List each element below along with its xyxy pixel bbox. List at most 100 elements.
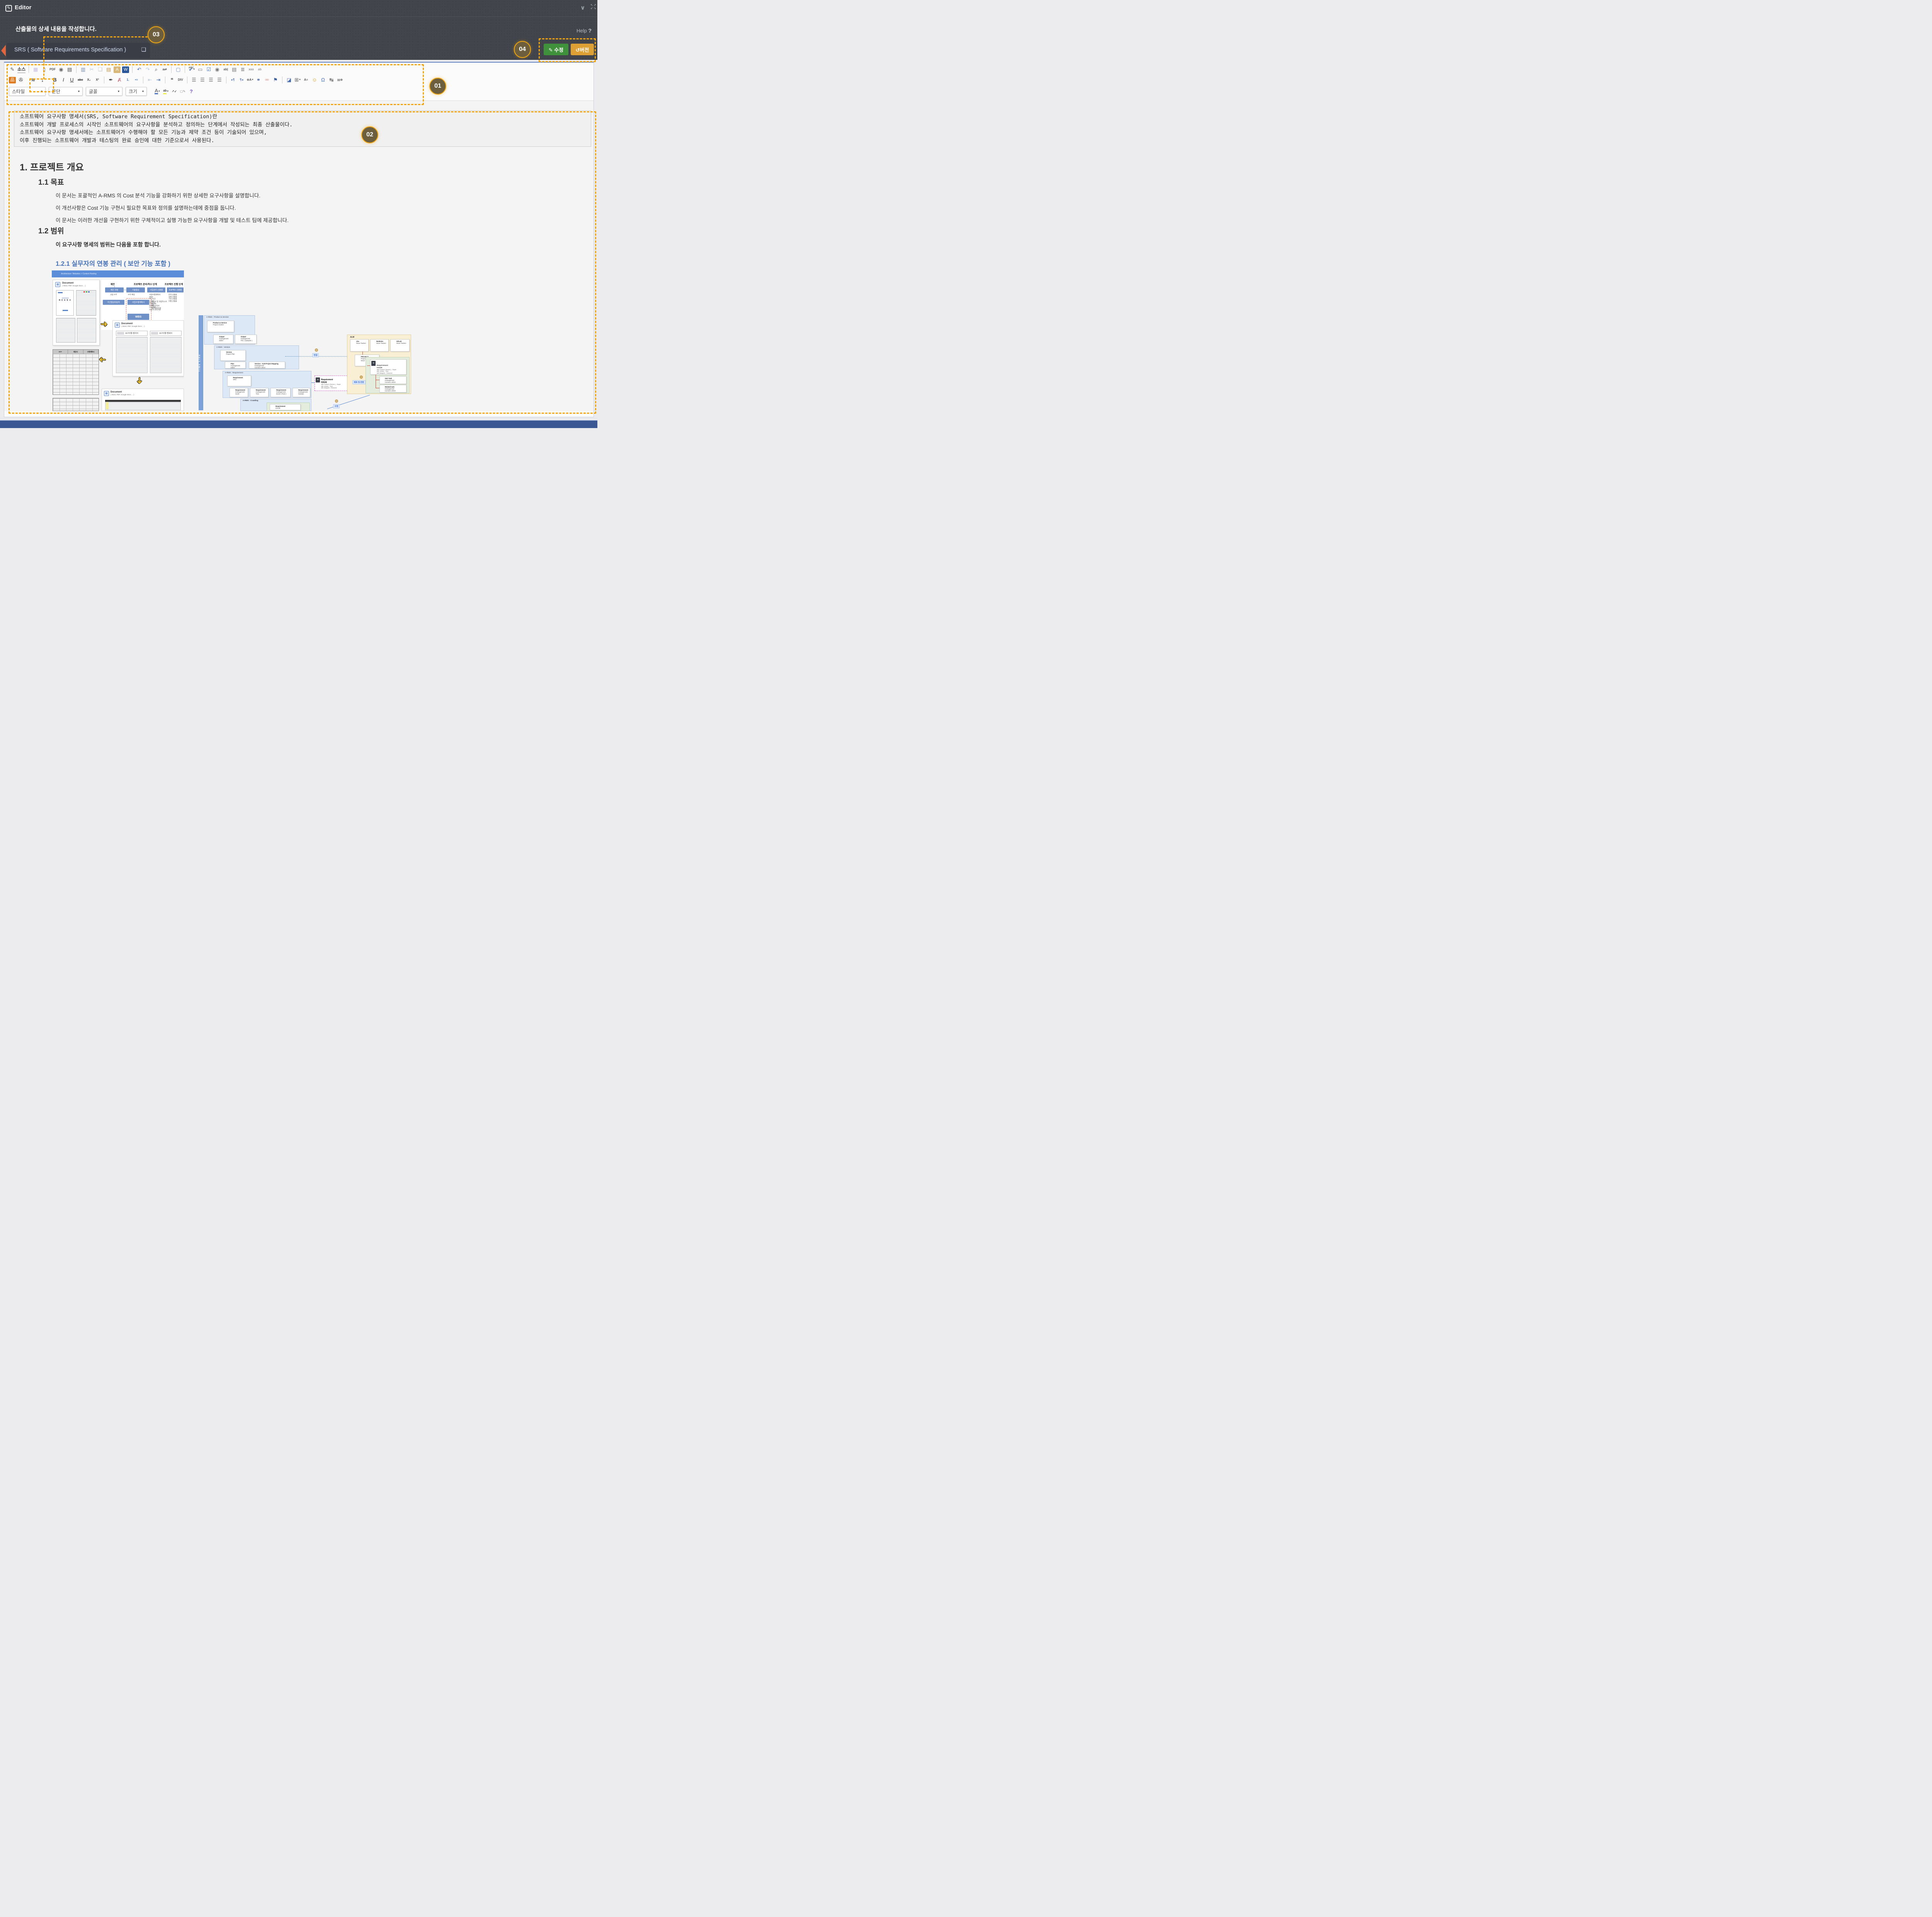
print-icon[interactable]: ▤ [66, 66, 73, 73]
footer-bar [0, 420, 597, 428]
paste-text-icon[interactable]: A [114, 66, 121, 73]
spellcheck-icon[interactable]: ABC✔▾ [188, 66, 195, 73]
embedded-image-document-flow[interactable]: Architecture: Websites > Content Hosting… [52, 270, 184, 411]
card-req-gantt: Requirement management Gantt [230, 388, 248, 397]
document-card-requirements: ▦ Document ( Word, PDF, Google Docs ... … [112, 320, 184, 376]
doc-props-icon[interactable]: ▥ [80, 66, 87, 73]
card-alm-mapping: Version - ALM Project Mapping management… [249, 362, 285, 369]
card-output-editor: Output management Editor [213, 335, 233, 344]
copy-format-icon[interactable]: ✒ [107, 76, 114, 83]
align-center-icon[interactable]: ☰ [199, 76, 206, 83]
card-plan-editor: Plan management Editor [225, 362, 246, 369]
link-icon[interactable]: ⚭ [255, 76, 262, 83]
anchor-icon[interactable]: ⚑ [272, 76, 279, 83]
app-title: Editor [15, 4, 31, 11]
toolbar-row3: 스타일▾문단▾글꼴▾크기▾A▾ab▾↗↙▢✎? [9, 87, 589, 96]
font-dropdown[interactable]: 글꼴▾ [86, 87, 122, 96]
horizontal-rule-icon[interactable]: A≡ [303, 76, 310, 83]
annotation-badge-03: 03 [148, 26, 165, 43]
about-icon[interactable]: ? [188, 88, 195, 95]
radio-icon[interactable]: ◉ [214, 66, 221, 73]
comparison-table-1: RFP제안서수행계획서 [53, 349, 99, 395]
page-break-icon[interactable]: ↹ [328, 76, 335, 83]
show-blocks-icon[interactable]: ▢✎ [179, 88, 186, 95]
help-label: Help [577, 28, 587, 34]
card-req-excel: Requirement management Excel ( Pivot ) [270, 388, 291, 397]
button-field-icon[interactable]: xxx [248, 66, 255, 73]
form-icon[interactable]: ▭ [197, 66, 204, 73]
size-dropdown[interactable]: 크기▾ [126, 87, 147, 96]
numbered-list-icon[interactable]: 1. [124, 76, 131, 83]
bidi-ltr-icon[interactable]: ▸¶ [230, 76, 236, 83]
top-header: ✎ Editor ∨ ↖↗↙↘ 산출물의 상세 내용을 작성합니다. Help … [0, 0, 597, 60]
select-all-icon[interactable]: ▢ [175, 66, 182, 73]
underline-icon[interactable]: U [68, 76, 75, 83]
table-body [105, 402, 181, 410]
table-icon[interactable]: ⊞▾ [294, 76, 301, 83]
align-justify-icon[interactable]: ☰ [216, 76, 223, 83]
special-char-icon[interactable]: Ω [320, 76, 327, 83]
align-left-icon[interactable]: ☰ [190, 76, 197, 83]
find-icon[interactable]: ⌕ [153, 66, 160, 73]
text-color-icon[interactable]: A▾ [154, 88, 161, 95]
language-icon[interactable]: ⊕A▾ [247, 76, 253, 83]
textarea-icon[interactable]: ▤ [231, 66, 238, 73]
help-question-icon: ? [588, 27, 592, 34]
card-alm-requirement-issue: ≡ Requirement ISSUE with Product ( Servi… [370, 359, 406, 375]
iframe-icon[interactable]: ▤⊕ [337, 76, 344, 83]
smiley-icon[interactable]: ☺ [311, 76, 318, 83]
maximize-icon[interactable]: ↗↙ [171, 88, 178, 95]
figure1-header-bar: Architecture: Websites > Content Hosting [52, 270, 184, 277]
div-container-icon[interactable]: DIV [177, 76, 184, 83]
export-pdf-icon[interactable]: PDF [49, 66, 56, 73]
chevron-down-icon[interactable]: ∨ [580, 4, 585, 11]
align-right-icon[interactable]: ☰ [207, 76, 214, 83]
attach-file-icon[interactable]: ✇ [17, 76, 24, 83]
undo-icon[interactable]: ↶ [136, 66, 143, 73]
annotation-badge-02: 02 [361, 126, 378, 143]
copy-document-icon[interactable]: ❏ [141, 46, 146, 53]
blockquote-icon[interactable]: ❝ [168, 76, 175, 83]
fullscreen-icon[interactable]: ↖↗↙↘ [590, 4, 597, 10]
text-field-icon[interactable]: ab| [222, 66, 229, 73]
toolbar-separator [171, 66, 172, 73]
source-button[interactable]: 소스 [17, 66, 26, 73]
card-redmine: Redmine Issue Tracker [370, 339, 389, 352]
checkbox-icon[interactable]: ☑ [205, 66, 212, 73]
indent-icon[interactable]: ⇥ [155, 76, 162, 83]
editor-content-area[interactable]: 소프트웨어 요구사항 명세서(SRS, Software Requirement… [4, 101, 594, 411]
remove-format-icon[interactable]: Ⱥ [116, 76, 123, 83]
doc-card-subtitle: ( Word, PDF, Google Docs ... ) [111, 394, 134, 396]
replace-icon[interactable]: a⇄ [161, 66, 168, 73]
paragraph: 이 문서는 포괄적인 A-RMS 의 Cost 분석 기능을 강화하기 위한 상… [56, 191, 260, 199]
subscript-icon[interactable]: X₂ [85, 76, 92, 83]
edit-button-label: 수정 [554, 47, 563, 53]
help-link[interactable]: Help ? [577, 27, 592, 34]
superscript-icon[interactable]: X² [94, 76, 101, 83]
italic-icon[interactable]: I [60, 76, 67, 83]
paste-word-icon[interactable]: W [122, 66, 129, 73]
edit-button[interactable]: ✎ 수정 [544, 44, 568, 55]
strikethrough-icon[interactable]: abc [77, 76, 84, 83]
diagram-icon[interactable]: 品 [9, 77, 16, 83]
version-button[interactable]: ↺버전 [571, 44, 594, 55]
doc-card-subtitle: ( Word, PDF, Google Docs ... ) [121, 325, 145, 327]
bulleted-list-icon[interactable]: •≡ [133, 76, 140, 83]
paragraph: 이 개선사항은 Cost 기능 구현시 필요한 목표와 정의를 설명하는데에 중… [56, 204, 236, 211]
templates-icon[interactable]: ✎ [9, 66, 16, 73]
preview-icon[interactable]: ◉ [58, 66, 65, 73]
card-gitlab: GitLab Issue Tracker [390, 339, 410, 352]
bidi-rtl-icon[interactable]: ¶◂ [238, 76, 245, 83]
select-field-icon[interactable]: ≣ [239, 66, 246, 73]
hidden-field-icon[interactable]: ab [256, 66, 263, 73]
req-spec-table [150, 337, 182, 373]
embedded-image-arms-alm-diagram[interactable]: Time Line A-RMS : Product & Service Prod… [199, 314, 411, 411]
paste-icon[interactable]: ▤ [105, 66, 112, 73]
title-bar: ✎ Editor ∨ ↖↗↙↘ [0, 0, 597, 17]
paragraph: 이 문서는 이러한 개선을 구현하기 위한 구체적이고 실행 가능한 요구사항을… [56, 216, 289, 224]
label-modify: 수정 [333, 404, 340, 408]
chip-icon: ▦ [104, 391, 109, 396]
image-icon[interactable]: ◪ [286, 76, 293, 83]
editor-container: ✎소스▦▯PDF◉▤▥✂❏▤AW↶↷⌕a⇄▢ABC✔▾▭☑◉ab|▤≣xxxab… [4, 62, 594, 417]
bg-color-icon[interactable]: ab▾ [162, 88, 169, 95]
